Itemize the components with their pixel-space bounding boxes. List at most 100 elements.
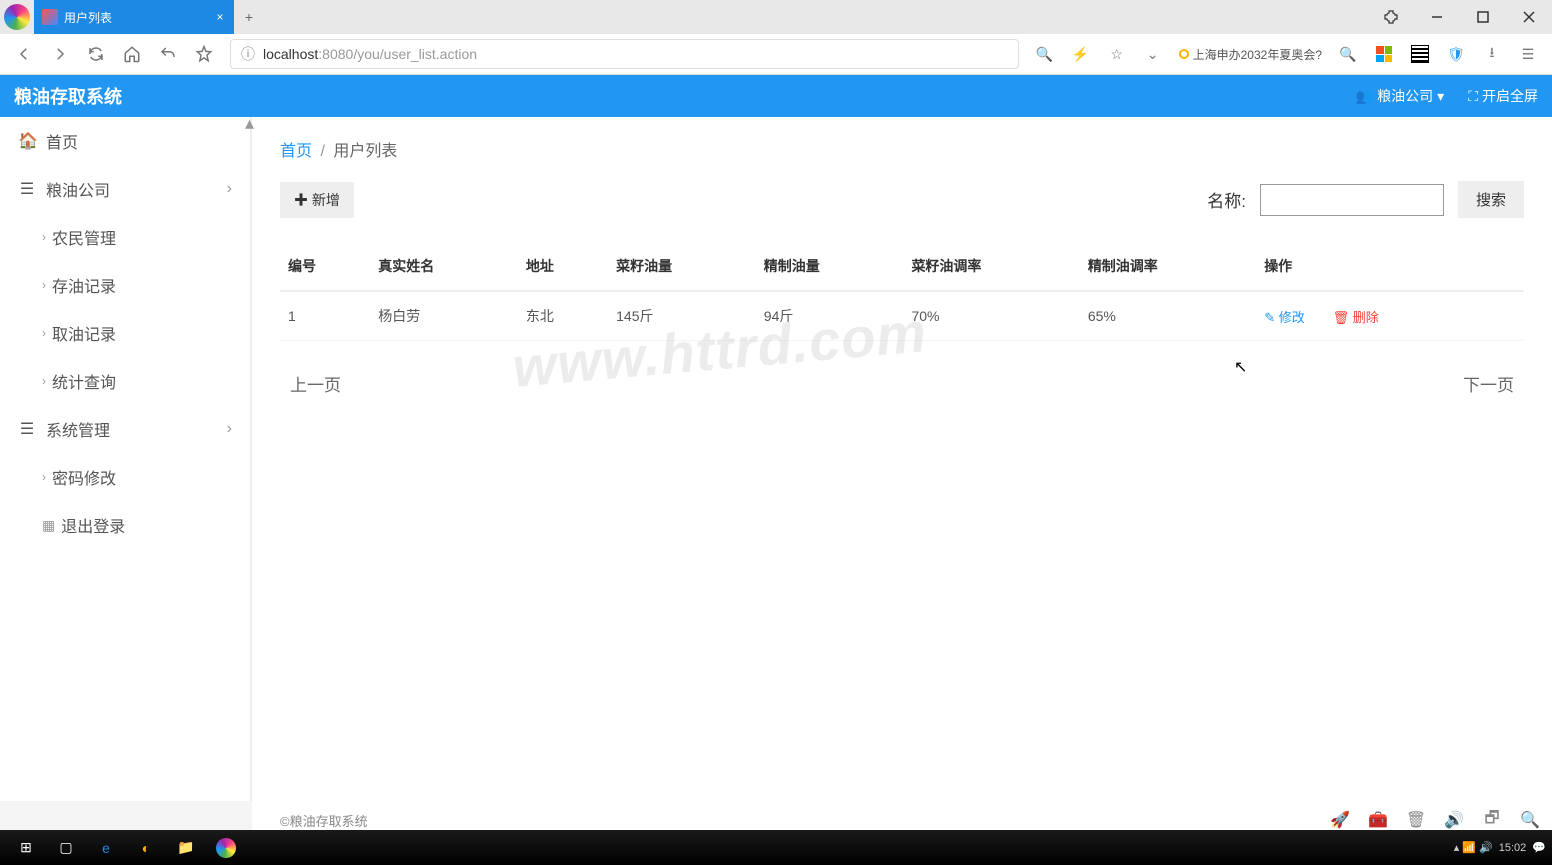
sidebar-item-logout[interactable]: ▦退出登录 [0,501,250,549]
tools-icon[interactable]: 🧰 [1368,810,1388,830]
search-input[interactable] [1260,184,1444,216]
cell-id: 1 [280,291,370,341]
sidebar: ▴ 🏠 首页 ☰ 粮油公司 › ›农民管理 ›存油记录 ›取油记录 ›统计查询 … [0,117,252,801]
add-button[interactable]: ✚ 新增 [280,182,354,218]
cell-ops: ✎ 修改 🗑 删除 [1256,291,1524,341]
back-button[interactable] [8,38,40,70]
tab-close-icon[interactable]: × [212,9,228,25]
browser-logo[interactable] [0,0,34,34]
browser-task-icon[interactable] [206,833,246,863]
sidebar-item-farmer[interactable]: › 农民管理 [0,213,250,261]
news-widget[interactable]: 上海申办2032年夏奥会? [1173,46,1328,63]
cell-refined-oil: 94斤 [756,291,904,341]
start-button[interactable]: ⊞ [6,833,46,863]
caret-icon: › [42,278,46,292]
sidebar-label-home: 首页 [46,129,78,153]
close-button[interactable] [1506,0,1552,34]
sidebar-sub-label: 密码修改 [52,465,116,489]
sidebar-item-withdraw-record[interactable]: ›取油记录 [0,309,250,357]
list-icon: ☰ [18,179,36,199]
window-controls [1368,0,1552,34]
sidebar-label-system: 系统管理 [46,417,110,441]
menu-icon[interactable]: ☰ [1512,38,1544,70]
folder-icon[interactable]: 📁 [166,833,206,863]
forward-button[interactable] [44,38,76,70]
chevron-down-icon[interactable]: ⌄ [1137,38,1169,70]
notifications-icon[interactable]: 💬 [1532,841,1546,854]
favorite-icon[interactable]: ☆ [1101,38,1133,70]
sidebar-item-home[interactable]: 🏠 首页 [0,117,250,165]
browser-tab[interactable]: 用户列表 × [34,0,234,34]
home-icon: 🏠 [18,131,36,151]
list-icon: ☰ [18,419,36,439]
shield-blue-icon[interactable]: 🛡 [1440,38,1472,70]
search-area: 名称: 搜索 [1207,181,1524,218]
toolbar: ✚ 新增 名称: 搜索 [280,181,1524,218]
app-title: 粮油存取系统 [14,83,122,109]
qr-icon[interactable] [1404,38,1436,70]
extension-icon[interactable] [1368,0,1414,34]
caret-down-icon: ▾ [1437,88,1444,105]
cell-refined-rate: 65% [1080,291,1256,341]
sidebar-sub-label: 退出登录 [61,513,125,537]
zoom-icon[interactable]: 🔍 [1029,38,1061,70]
main-layout: ▴ 🏠 首页 ☰ 粮油公司 › ›农民管理 ›存油记录 ›取油记录 ›统计查询 … [0,117,1552,801]
fullscreen-button[interactable]: ⛶ 开启全屏 [1468,86,1538,106]
app-header: 粮油存取系统 👥 粮油公司 ▾ ⛶ 开启全屏 [0,75,1552,117]
app1-icon[interactable]: ◐ [126,833,166,863]
undo-button[interactable] [152,38,184,70]
search-icon[interactable]: 🔍 [1332,38,1364,70]
tray: ▴ 📶 🔊 15:02 💬 [1454,841,1546,854]
tray-icons[interactable]: ▴ 📶 🔊 [1454,841,1493,854]
zoom-icon[interactable]: 🔍 [1520,810,1540,830]
apps-icon[interactable] [1368,38,1400,70]
data-table: 编号 真实姓名 地址 菜籽油量 精制油量 菜籽油调率 精制油调率 操作 1 杨白… [280,242,1524,341]
edge-icon[interactable]: e [86,833,126,863]
th-id: 编号 [280,242,370,291]
sidebar-sub-label: 存油记录 [52,273,116,297]
sidebar-item-store-record[interactable]: › 存油记录 [0,261,250,309]
next-page[interactable]: 下一页 [1463,371,1514,396]
bookmark-button[interactable] [188,38,220,70]
sidebar-item-password[interactable]: ›密码修改 [0,453,250,501]
sidebar-group-company[interactable]: ☰ 粮油公司 › [0,165,250,213]
sidebar-group-system[interactable]: ☰ 系统管理 › [0,405,250,453]
sidebar-item-stats[interactable]: ›统计查询 [0,357,250,405]
cell-name: 杨白劳 [370,291,518,341]
sound-icon[interactable]: 🔊 [1444,810,1464,830]
restore-icon[interactable]: 🗗 [1482,810,1502,830]
edit-link[interactable]: ✎ 修改 [1264,310,1305,325]
reload-button[interactable] [80,38,112,70]
minimize-button[interactable] [1414,0,1460,34]
sidebar-sub-label: 农民管理 [52,225,116,249]
fullscreen-icon: ⛶ [1468,88,1478,105]
nav-bar: ⓘ localhost:8080/you/user_list.action 🔍 … [0,34,1552,74]
th-refined-oil: 精制油量 [756,242,904,291]
header-user-dropdown[interactable]: 👥 粮油公司 ▾ [1356,86,1444,106]
breadcrumb-home[interactable]: 首页 [280,143,312,160]
delete-link[interactable]: 🗑 删除 [1333,310,1379,325]
maximize-button[interactable] [1460,0,1506,34]
th-name: 真实姓名 [370,242,518,291]
th-rape-oil: 菜籽油量 [608,242,756,291]
home-button[interactable] [116,38,148,70]
new-tab-button[interactable]: + [234,9,264,25]
th-addr: 地址 [518,242,608,291]
prev-page[interactable]: 上一页 [290,371,341,396]
url-text: localhost:8080/you/user_list.action [263,46,477,62]
flash-icon[interactable]: ⚡ [1065,38,1097,70]
trash-icon[interactable]: 🗑 [1406,810,1426,830]
task-view-icon[interactable]: ▢ [46,833,86,863]
sidebar-label-company: 粮油公司 [46,177,110,201]
clock[interactable]: 15:02 [1499,842,1527,854]
rocket-icon[interactable]: 🚀 [1330,810,1350,830]
url-bar[interactable]: ⓘ localhost:8080/you/user_list.action [230,39,1019,69]
sidebar-sub-label: 取油记录 [52,321,116,345]
caret-icon: › [42,230,46,244]
th-refined-rate: 精制油调率 [1080,242,1256,291]
search-button[interactable]: 搜索 [1458,181,1524,218]
download-icon[interactable]: ⭳ [1476,38,1508,70]
pager: 上一页 下一页 [280,341,1524,426]
cell-rape-oil: 145斤 [608,291,756,341]
news-text: 上海申办2032年夏奥会? [1193,46,1322,63]
